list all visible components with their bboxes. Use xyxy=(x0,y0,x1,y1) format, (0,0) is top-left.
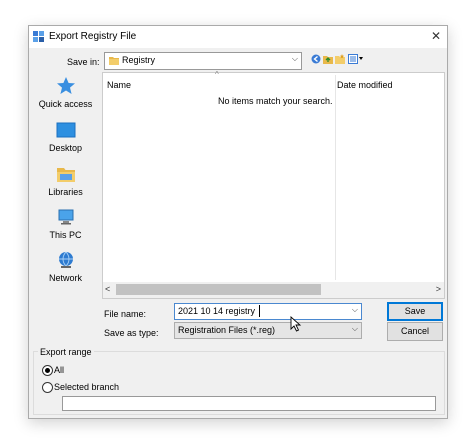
place-label: Quick access xyxy=(38,99,93,109)
places-bar: Quick access Desktop Libraries This PC N… xyxy=(30,72,101,331)
place-label: Network xyxy=(48,273,82,283)
radio-selected-dot xyxy=(45,368,50,373)
libraries-icon xyxy=(56,168,75,182)
empty-message: No items match your search. xyxy=(218,96,333,106)
save-in-value: Registry xyxy=(122,55,156,65)
column-header-name[interactable]: Name xyxy=(107,80,131,90)
save-as-type-dropdown[interactable]: Registration Files (*.reg) ⌵ xyxy=(174,322,362,339)
text-caret xyxy=(259,305,260,317)
save-as-type-value: Registration Files (*.reg) xyxy=(178,325,276,335)
close-button[interactable]: ✕ xyxy=(425,26,447,48)
star-icon xyxy=(56,77,75,94)
view-menu-icon[interactable] xyxy=(348,54,364,64)
file-name-input[interactable]: 2021 10 14 registry ⌵ xyxy=(174,303,362,320)
export-registry-dialog: Export Registry File ✕ Save in: Registry… xyxy=(28,25,448,419)
network-icon xyxy=(58,251,73,268)
chevron-down-icon: ⌵ xyxy=(291,54,298,63)
file-list[interactable]: ^ Name Date modified No items match your… xyxy=(102,70,445,299)
place-network[interactable]: Network xyxy=(30,250,101,290)
column-divider[interactable] xyxy=(335,75,336,280)
scroll-left-button[interactable]: < xyxy=(105,284,110,294)
save-button[interactable]: Save xyxy=(387,302,443,321)
radio-all[interactable] xyxy=(42,365,53,376)
sort-indicator-icon: ^ xyxy=(215,70,219,79)
title-bar[interactable]: Export Registry File ✕ xyxy=(29,26,447,48)
file-name-value: 2021 10 14 registry xyxy=(178,306,256,316)
desktop-icon xyxy=(56,122,75,138)
horizontal-scrollbar[interactable]: < > xyxy=(103,282,444,298)
dialog-title: Export Registry File xyxy=(49,31,137,42)
radio-all-label[interactable]: All xyxy=(54,365,64,375)
save-as-type-label: Save as type: xyxy=(104,328,159,338)
scrollbar-thumb[interactable] xyxy=(116,284,321,295)
chevron-down-icon[interactable]: ⌵ xyxy=(352,305,358,315)
place-label: This PC xyxy=(49,230,82,240)
export-range-legend: Export range xyxy=(38,347,94,357)
radio-selected-branch[interactable] xyxy=(42,382,53,393)
column-header-date-modified[interactable]: Date modified xyxy=(337,80,393,90)
cancel-button[interactable]: Cancel xyxy=(387,322,443,341)
selected-branch-input[interactable] xyxy=(62,396,436,411)
export-range-group: Export range All Selected branch xyxy=(33,347,445,415)
new-folder-icon[interactable] xyxy=(335,54,345,64)
back-icon[interactable] xyxy=(311,54,321,64)
place-label: Desktop xyxy=(48,143,83,153)
save-in-dropdown[interactable]: Registry ⌵ xyxy=(104,52,302,70)
scroll-right-button[interactable]: > xyxy=(436,284,441,294)
save-in-label: Save in: xyxy=(67,57,100,67)
radio-selected-branch-label[interactable]: Selected branch xyxy=(54,382,119,392)
place-libraries[interactable]: Libraries xyxy=(30,164,101,204)
registry-editor-icon xyxy=(33,31,44,42)
folder-icon xyxy=(109,57,119,65)
chevron-down-icon: ⌵ xyxy=(351,324,358,333)
place-this-pc[interactable]: This PC xyxy=(30,207,101,247)
mouse-cursor-icon xyxy=(290,316,302,332)
up-folder-icon[interactable] xyxy=(323,54,333,64)
place-label: Libraries xyxy=(48,187,83,197)
place-desktop[interactable]: Desktop xyxy=(30,120,101,160)
computer-icon xyxy=(58,209,73,225)
file-name-label: File name: xyxy=(104,309,147,319)
place-quick-access[interactable]: Quick access xyxy=(30,76,101,116)
